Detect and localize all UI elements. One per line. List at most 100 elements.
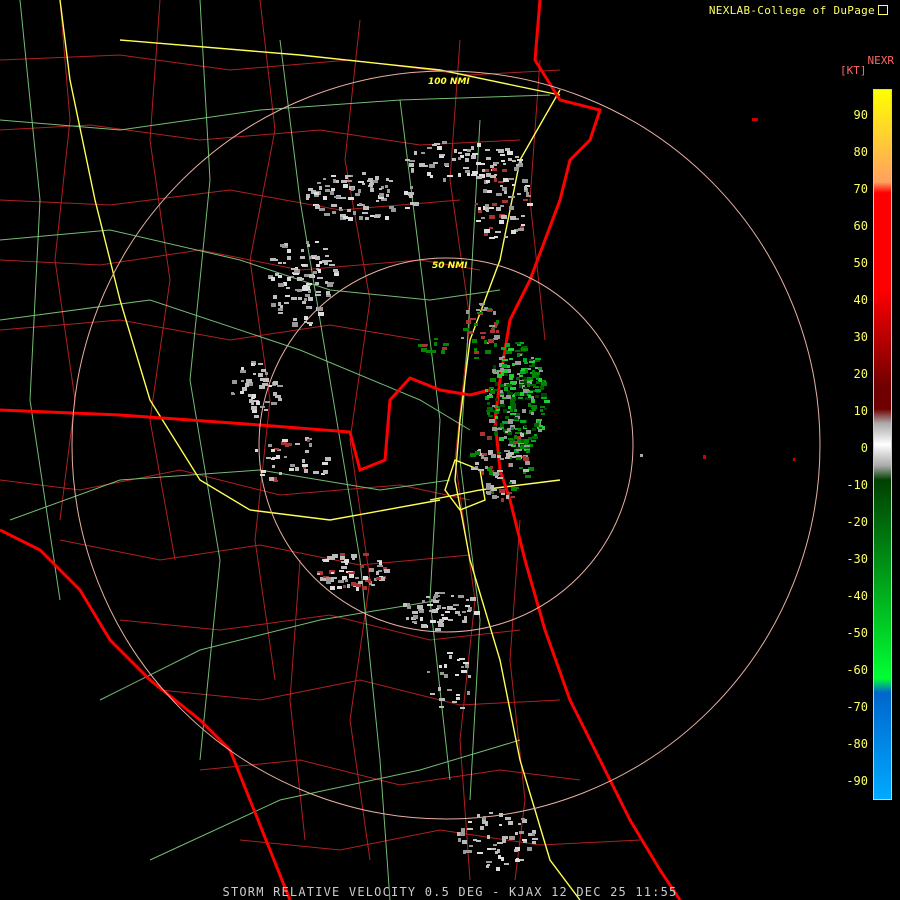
- colorbar-tick: 60: [853, 219, 868, 233]
- radar-pixel: [480, 332, 486, 334]
- radar-pixel: [520, 420, 526, 423]
- radar-pixel: [514, 435, 517, 439]
- radar-pixel: [460, 832, 465, 836]
- radar-pixel: [496, 207, 501, 211]
- radar-pixel: [313, 271, 317, 274]
- radar-pixel: [486, 157, 491, 160]
- radar-pixel: [363, 206, 369, 210]
- radar-pixel: [455, 674, 459, 676]
- radar-pixel: [467, 173, 470, 176]
- radar-pixel: [473, 839, 477, 841]
- radar-pixel: [513, 441, 518, 444]
- radar-pixel: [301, 249, 304, 252]
- radar-pixel: [369, 568, 374, 572]
- radar-pixel: [438, 623, 444, 627]
- radar-pixel: [306, 197, 309, 200]
- radar-pixel: [535, 367, 538, 369]
- radar-pixel: [306, 241, 309, 244]
- radar-pixel: [251, 406, 257, 410]
- radar-pixel: [514, 167, 519, 171]
- radar-pixel: [377, 565, 383, 567]
- radar-pixel: [471, 174, 477, 176]
- radar-pixel: [495, 496, 499, 498]
- radar-pixel: [349, 574, 354, 578]
- radar-pixel: [518, 823, 521, 825]
- radar-pixel: [470, 318, 476, 320]
- radar-pixel: [332, 554, 338, 558]
- radar-pixel: [541, 413, 545, 415]
- radar-pixel: [517, 353, 520, 357]
- radar-pixel: [500, 154, 505, 156]
- radar-pixel: [309, 443, 312, 447]
- radar-pixel: [440, 672, 444, 675]
- radar-pixel: [434, 594, 438, 598]
- radar-pixel: [417, 605, 423, 609]
- radar-pixel: [467, 610, 471, 612]
- radar-pixel: [481, 336, 485, 339]
- radar-map: 100 NMI 50 NMI: [0, 0, 821, 900]
- radar-pixel: [474, 351, 479, 354]
- radar-pixel: [455, 611, 460, 614]
- radar-pixel: [524, 393, 527, 396]
- radar-pixel: [351, 582, 356, 586]
- radar-pixel: [510, 387, 516, 390]
- radar-pixel: [343, 184, 348, 188]
- radar-pixel: [447, 652, 453, 654]
- radar-pixel: [520, 226, 524, 228]
- radar-pixel: [278, 262, 282, 264]
- radar-pixel: [529, 359, 533, 361]
- radar-pixel: [481, 309, 487, 311]
- radar-pixel: [486, 865, 489, 868]
- radar-pixel: [385, 216, 389, 220]
- radar-pixel: [278, 302, 281, 306]
- radar-pixel: [511, 496, 515, 498]
- radar-pixel: [434, 338, 438, 340]
- colorbar-tick: -20: [846, 515, 868, 529]
- radar-pixel: [315, 282, 319, 285]
- radar-pixel: [540, 406, 545, 408]
- radar-pixel: [540, 409, 543, 412]
- radar-pixel: [429, 610, 432, 612]
- radar-pixel: [467, 691, 470, 695]
- radar-pixel: [523, 469, 529, 472]
- radar-pixel: [386, 194, 389, 197]
- radar-pixel: [793, 458, 795, 461]
- radar-pixel: [433, 600, 439, 603]
- radar-pixel: [506, 453, 512, 457]
- radar-pixel: [273, 392, 277, 396]
- radar-pixel: [309, 274, 314, 278]
- radar-pixel: [404, 191, 408, 195]
- radar-pixel: [495, 398, 498, 401]
- radar-pixel: [487, 848, 491, 850]
- radar-pixel: [508, 196, 511, 198]
- radar-pixel: [246, 379, 252, 383]
- radar-pixel: [525, 461, 530, 465]
- radar-pixel: [405, 207, 410, 209]
- radar-pixel: [517, 193, 521, 195]
- radar-pixel: [362, 586, 367, 590]
- radar-pixel: [292, 322, 298, 326]
- radar-pixel: [485, 207, 488, 211]
- radar-pixel: [487, 835, 490, 839]
- radar-pixel: [511, 230, 516, 234]
- radar-pixel: [412, 611, 418, 614]
- radar-pixel: [331, 577, 337, 579]
- radar-pixel: [324, 213, 330, 216]
- radar-pixel: [359, 203, 362, 205]
- radar-pixel: [480, 826, 484, 830]
- radar-pixel: [334, 196, 340, 198]
- radar-pixel: [433, 162, 438, 164]
- radar-pixel: [504, 236, 508, 238]
- radar-pixel: [500, 400, 504, 404]
- radar-pixel: [348, 572, 353, 574]
- radar-pixel: [385, 185, 388, 188]
- radar-pixel: [379, 561, 382, 565]
- radar-pixel: [515, 428, 518, 430]
- radar-pixel: [505, 431, 508, 433]
- radar-pixel: [295, 467, 299, 471]
- radar-pixel: [307, 244, 310, 247]
- radar-pixel: [520, 381, 526, 383]
- radar-pixel: [458, 614, 461, 616]
- radar-pixel: [420, 617, 423, 621]
- radar-pixel: [522, 456, 526, 458]
